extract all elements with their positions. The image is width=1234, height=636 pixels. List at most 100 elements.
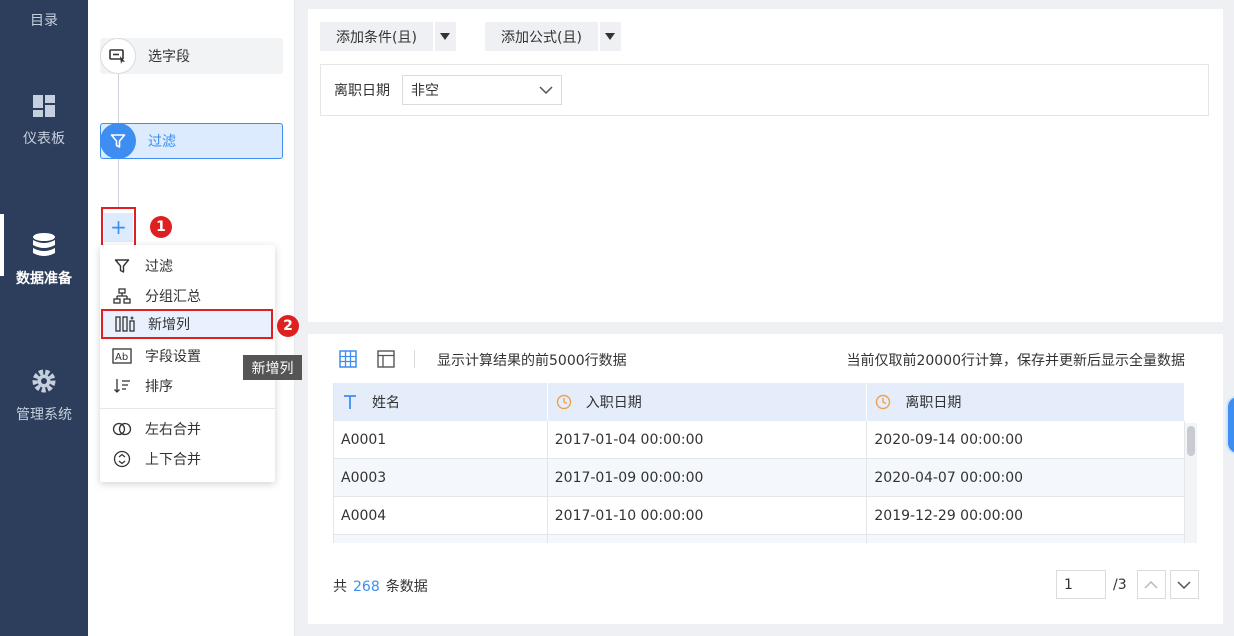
table-cell: 2020-09-14 00:00:00 [867, 421, 1185, 458]
page-total: /3 [1113, 576, 1127, 593]
menu-label: 新增列 [148, 317, 190, 333]
nav-label: 仪表板 [23, 131, 65, 147]
sort-icon [112, 377, 132, 395]
svg-text:Ab: Ab [115, 352, 128, 363]
chevron-up-icon [1144, 580, 1158, 589]
preview-info: 显示计算结果的前5000行数据 [437, 353, 627, 369]
menu-label: 左右合并 [145, 422, 201, 438]
count-suffix: 条数据 [385, 579, 428, 595]
group-summary-icon [112, 287, 132, 305]
count-value: 268 [353, 579, 380, 595]
table-cell: 2017-01-04 00:00:00 [548, 421, 868, 458]
caret-down-icon[interactable] [432, 22, 456, 51]
table-cell [334, 535, 548, 543]
condition-select[interactable]: 非空 [402, 75, 562, 105]
select-value: 非空 [411, 83, 439, 99]
step-label: 选字段 [148, 49, 190, 65]
nav-item-data-prep[interactable]: 数据准备 [0, 214, 88, 288]
merge-horizontal-icon [112, 420, 132, 438]
table-cell: 2017-01-09 00:00:00 [548, 459, 868, 496]
add-condition-button[interactable]: 添加条件(且) [320, 22, 456, 51]
nav-item-dashboard[interactable]: 仪表板 [0, 94, 88, 148]
table-cell [867, 535, 1185, 543]
page-prev-button[interactable] [1136, 570, 1166, 599]
table-cell: A0004 [334, 497, 548, 534]
panel-view-icon[interactable] [376, 349, 396, 369]
divider [414, 350, 415, 368]
nav-label: 管理系统 [16, 407, 72, 423]
chevron-down-icon [1177, 580, 1191, 589]
menu-item-merge-vertical[interactable]: 上下合并 [100, 444, 275, 474]
column-header-leave-date[interactable]: 离职日期 [867, 383, 1185, 421]
count-prefix: 共 [333, 579, 347, 595]
grid-view-icon[interactable] [338, 349, 358, 369]
menu-item-merge-horizontal[interactable]: 左右合并 [100, 414, 275, 444]
page-next-button[interactable] [1169, 570, 1199, 599]
database-icon [33, 233, 55, 256]
field-settings-icon: Ab [112, 347, 132, 365]
floating-assistant-button[interactable] [1226, 395, 1234, 455]
new-column-icon [115, 315, 135, 333]
pagination: 1 /3 [1056, 570, 1199, 599]
menu-item-filter[interactable]: 过滤 [100, 251, 275, 281]
table-row: A0003 2017-01-09 00:00:00 2020-04-07 00:… [334, 459, 1185, 497]
menu-label: 排序 [145, 379, 173, 395]
annotation-badge-2: 2 [277, 315, 299, 337]
nav-label: 数据准备 [16, 271, 72, 287]
data-grid: 姓名 入职日期 离职日期 A0001 2017-01-04 00:00:00 2… [333, 383, 1185, 543]
tooltip: 新增列 [243, 355, 302, 380]
dashboard-icon [33, 95, 55, 117]
menu-item-group-summary[interactable]: 分组汇总 [100, 281, 275, 311]
select-field-icon [100, 38, 136, 74]
menu-label: 上下合并 [145, 452, 201, 468]
add-step-button[interactable]: + [101, 207, 136, 247]
gear-icon [32, 369, 56, 393]
filter-icon [100, 123, 136, 159]
row-count: 共 268 条数据 [333, 576, 428, 596]
table-cell: 2020-04-07 00:00:00 [867, 459, 1185, 496]
clock-icon [556, 394, 572, 410]
grid-header: 姓名 入职日期 离职日期 [334, 383, 1185, 421]
preview-limit-notice: 当前仅取前20000行计算，保存并更新后显示全量数据 [846, 353, 1185, 369]
filter-panel: 添加条件(且) 添加公式(且) 离职日期 非空 [308, 9, 1223, 322]
table-row: A0004 2017-01-10 00:00:00 2019-12-29 00:… [334, 497, 1185, 535]
column-header-name[interactable]: 姓名 [334, 383, 548, 421]
add-formula-button[interactable]: 添加公式(且) [485, 22, 621, 51]
preview-panel: 显示计算结果的前5000行数据 当前仅取前20000行计算，保存并更新后显示全量… [308, 334, 1223, 624]
table-cell: A0001 [334, 421, 548, 458]
step-label: 过滤 [148, 134, 176, 150]
nav-item-catalog[interactable]: 目录 [0, 10, 88, 30]
plus-icon: + [104, 212, 133, 242]
table-cell [548, 535, 868, 543]
table-row [334, 535, 1185, 543]
nav-item-admin[interactable]: 管理系统 [0, 368, 88, 424]
column-label: 入职日期 [585, 395, 642, 411]
nav-label: 目录 [30, 13, 58, 29]
menu-item-new-column[interactable]: 新增列 [101, 309, 273, 339]
filter-icon [112, 257, 132, 275]
menu-label: 过滤 [145, 259, 173, 275]
table-cell: A0003 [334, 459, 548, 496]
table-cell: 2017-01-10 00:00:00 [548, 497, 868, 534]
grid-scrollbar-thumb[interactable] [1187, 426, 1195, 456]
step-filter[interactable]: 过滤 [100, 123, 283, 159]
annotation-badge-1: 1 [150, 216, 172, 238]
column-label: 离职日期 [905, 395, 962, 411]
button-label: 添加公式(且) [501, 29, 582, 46]
step-select-field[interactable]: 选字段 [100, 38, 283, 74]
button-label: 添加条件(且) [336, 29, 417, 46]
column-label: 姓名 [372, 395, 400, 411]
menu-label: 分组汇总 [145, 289, 201, 305]
table-row: A0001 2017-01-04 00:00:00 2020-09-14 00:… [334, 421, 1185, 459]
filter-condition-row: 离职日期 非空 [320, 64, 1209, 116]
left-nav: 目录 仪表板 数据准备 管理系统 [0, 0, 88, 636]
column-header-hire-date[interactable]: 入职日期 [548, 383, 868, 421]
condition-field-label: 离职日期 [334, 83, 390, 99]
menu-divider [100, 408, 275, 409]
view-toggle-group [338, 349, 429, 369]
text-type-icon [342, 394, 358, 410]
page-input[interactable]: 1 [1056, 570, 1106, 599]
caret-down-icon[interactable] [597, 22, 621, 51]
menu-label: 字段设置 [145, 349, 201, 365]
merge-vertical-icon [112, 450, 132, 468]
